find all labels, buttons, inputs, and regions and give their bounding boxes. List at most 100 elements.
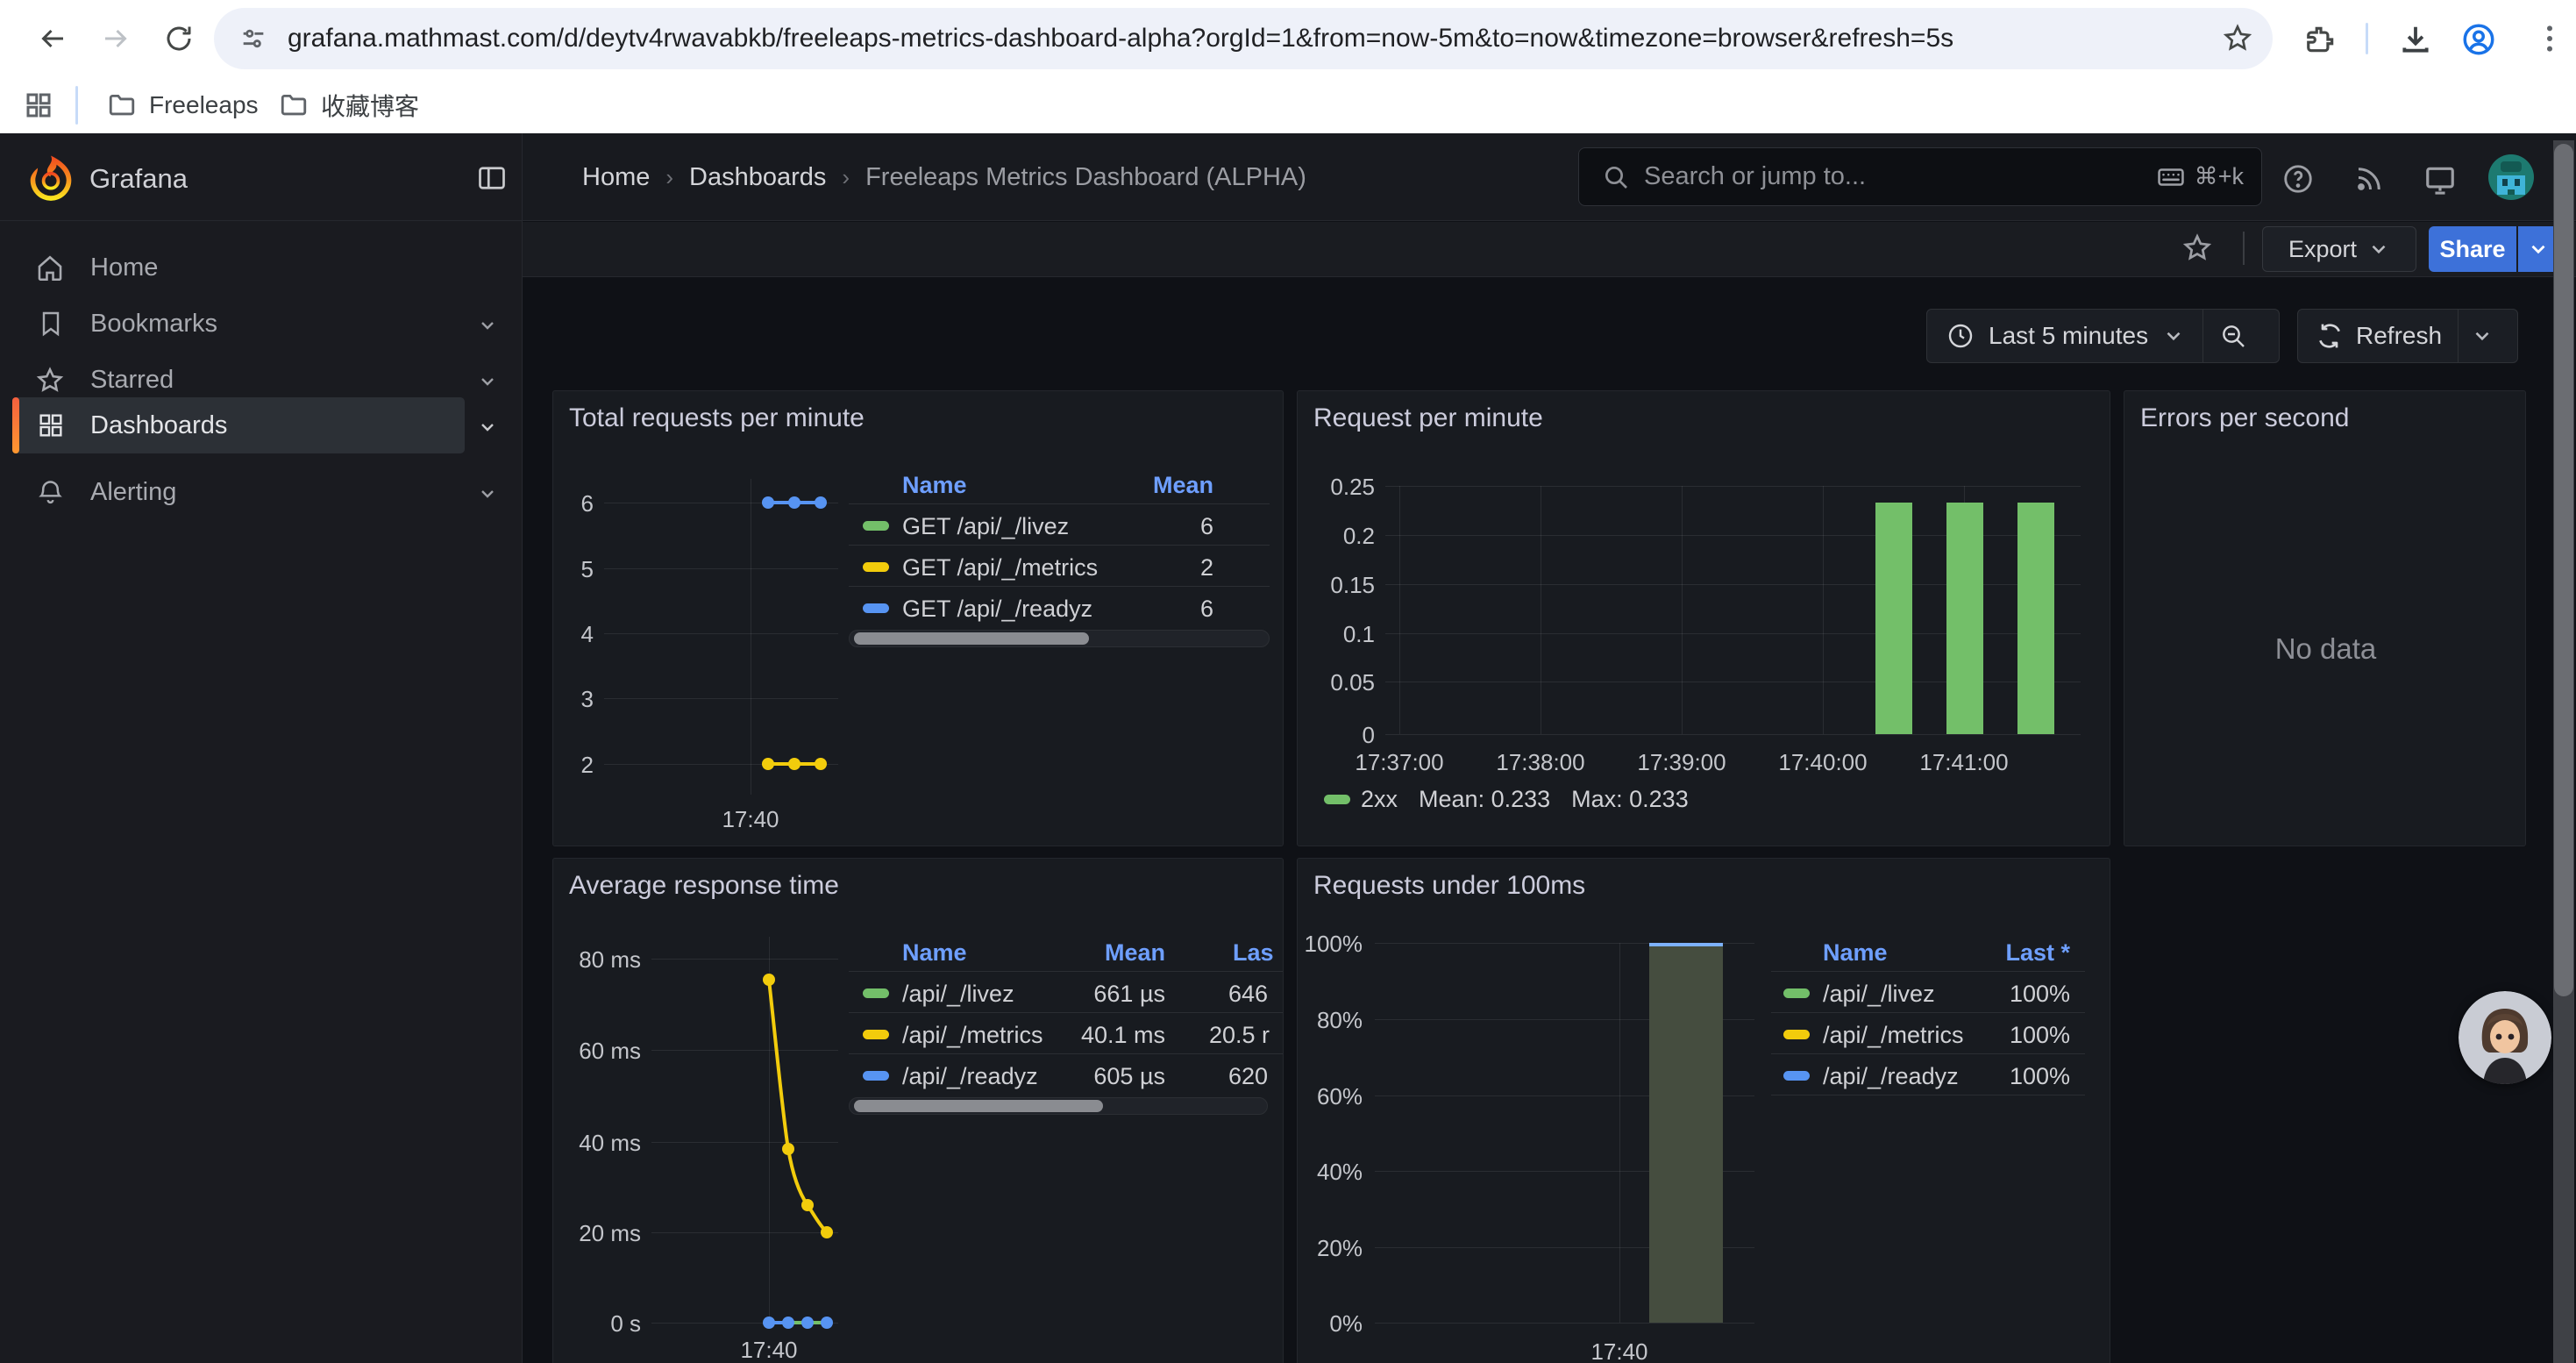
legend-header-mean[interactable]: Mean: [1091, 472, 1213, 499]
panel-request-per-minute: Request per minute 0.25 0.2 0.15 0.1 0.0…: [1297, 390, 2110, 846]
folder-icon: [279, 90, 309, 120]
legend-header-name[interactable]: Name: [902, 472, 967, 499]
time-range-picker[interactable]: Last 5 minutes: [1927, 310, 2202, 362]
breadcrumb-separator: ›: [842, 164, 850, 191]
series-swatch: [863, 603, 889, 613]
kiosk-monitor-icon[interactable]: [2423, 163, 2457, 196]
series-swatch: [1783, 1071, 1810, 1081]
series-swatch: [1783, 1030, 1810, 1039]
help-icon[interactable]: [2281, 162, 2315, 196]
brand-label[interactable]: Grafana: [89, 163, 188, 195]
x-axis-label: 17:40: [1584, 1338, 1654, 1363]
sidebar: Grafana Home Bookmarks Starred: [0, 133, 523, 1363]
share-button[interactable]: Share: [2429, 226, 2516, 272]
series-swatch: [863, 521, 889, 531]
sidebar-item-home[interactable]: Home: [0, 239, 523, 296]
scrollbar-thumb[interactable]: [2554, 144, 2573, 996]
clock-icon: [1946, 322, 1975, 350]
legend-header-name[interactable]: Name: [902, 939, 967, 967]
sidebar-item-label: Bookmarks: [90, 310, 217, 339]
chevron-down-icon: [2471, 325, 2494, 347]
active-accent-bar: [12, 397, 19, 453]
search-icon: [1602, 163, 1630, 191]
series-swatch: [1783, 988, 1810, 998]
refresh-icon: [2316, 322, 2344, 350]
search-input[interactable]: Search or jump to... ⌘+k: [1578, 147, 2262, 206]
legend-header-name[interactable]: Name: [1823, 939, 1888, 967]
bookmark-folder-blogs[interactable]: 收藏博客: [279, 84, 419, 126]
back-button[interactable]: [28, 14, 77, 63]
legend-header-mean[interactable]: Mean: [1042, 939, 1165, 967]
dashboard-toolbar: Export Share: [523, 222, 2576, 277]
sidebar-item-bookmarks[interactable]: Bookmarks: [0, 296, 523, 352]
zoom-out-button[interactable]: [2203, 310, 2263, 362]
series-swatch: [863, 562, 889, 572]
grafana-logo[interactable]: [26, 153, 75, 202]
browser-toolbar: grafana.mathmast.com/d/deytv4rwavabkb/fr…: [0, 0, 2576, 77]
apps-grid-icon[interactable]: [23, 89, 54, 121]
star-icon: [35, 366, 65, 396]
forward-button[interactable]: [91, 14, 140, 63]
url-bar[interactable]: grafana.mathmast.com/d/deytv4rwavabkb/fr…: [214, 8, 2273, 69]
panel-avg-response-time: Average response time 80 ms 60 ms 40 ms …: [552, 858, 1284, 1363]
legend[interactable]: 2xx Mean: 0.233 Max: 0.233: [1324, 784, 1689, 814]
dashboards-icon: [37, 411, 65, 439]
panel-title[interactable]: Request per minute: [1313, 403, 1543, 433]
bookmark-folder-freeleaps[interactable]: Freeleaps: [107, 84, 259, 126]
home-icon: [35, 253, 65, 283]
panel-errors-per-second: Errors per second No data: [2124, 390, 2526, 846]
chevron-down-icon: [2527, 238, 2550, 260]
breadcrumb-separator: ›: [665, 164, 673, 191]
bell-icon: [36, 477, 65, 506]
bookmark-icon: [37, 310, 65, 338]
menu-icon[interactable]: [2532, 21, 2567, 56]
sidebar-item-label: Home: [90, 253, 158, 282]
legend-scrollbar[interactable]: [849, 1097, 1268, 1115]
legend-header-last[interactable]: Las: [1233, 939, 1274, 967]
legend-scrollbar[interactable]: [849, 630, 1270, 647]
sidebar-item-label: Dashboards: [90, 411, 227, 440]
toolbar-divider: [2366, 23, 2368, 54]
panel-total-requests: Total requests per minute 6 5 4 3 2 17:4…: [552, 390, 1284, 846]
time-range-group: Last 5 minutes: [1926, 309, 2280, 363]
bookmark-label: 收藏博客: [321, 88, 419, 123]
assistant-avatar[interactable]: [2459, 991, 2551, 1084]
sidebar-item-dashboards[interactable]: Dashboards: [0, 394, 523, 457]
news-rss-icon[interactable]: [2353, 163, 2385, 195]
breadcrumb-dashboards[interactable]: Dashboards: [689, 163, 826, 192]
sidebar-item-label: Alerting: [90, 478, 176, 507]
legend-header-last[interactable]: Last *: [1947, 939, 2070, 967]
favorite-star-icon[interactable]: [2181, 232, 2213, 264]
user-avatar[interactable]: [2488, 154, 2534, 200]
bookmarks-bar: Freeleaps 收藏博客: [0, 77, 2576, 133]
profile-icon[interactable]: [2460, 21, 2497, 58]
toolbar-divider: [2243, 232, 2245, 265]
vertical-scrollbar[interactable]: [2553, 140, 2574, 1363]
breadcrumb-current: Freeleaps Metrics Dashboard (ALPHA): [865, 163, 1306, 192]
export-button[interactable]: Export: [2262, 226, 2416, 272]
breadcrumb: Home › Dashboards › Freeleaps Metrics Da…: [582, 133, 1306, 221]
chevron-down-icon: [477, 483, 498, 504]
search-placeholder: Search or jump to...: [1644, 162, 1866, 191]
sidebar-item-alerting[interactable]: Alerting: [0, 464, 523, 520]
refresh-button[interactable]: Refresh: [2298, 310, 2458, 362]
series-swatch: [863, 1071, 889, 1081]
chevron-down-icon: [477, 371, 498, 392]
download-icon[interactable]: [2399, 23, 2432, 56]
no-data-message: No data: [2124, 632, 2526, 666]
site-settings-icon[interactable]: [238, 24, 268, 54]
series-swatch: [863, 1030, 889, 1039]
series-swatch: [1324, 795, 1350, 804]
refresh-interval-dropdown[interactable]: [2459, 310, 2506, 362]
panel-requests-under-100ms: Requests under 100ms 100% 80% 60% 40% 20…: [1297, 858, 2110, 1363]
chevron-down-icon: [477, 417, 498, 438]
extensions-icon[interactable]: [2304, 23, 2338, 56]
bookmark-star-icon[interactable]: [2222, 23, 2253, 54]
sidebar-toggle-icon[interactable]: [476, 162, 508, 194]
panel-title[interactable]: Errors per second: [2140, 403, 2349, 433]
url-text[interactable]: grafana.mathmast.com/d/deytv4rwavabkb/fr…: [288, 24, 2199, 54]
chevron-down-icon: [477, 315, 498, 336]
reload-button[interactable]: [154, 14, 203, 63]
breadcrumb-home[interactable]: Home: [582, 163, 650, 192]
panel-title[interactable]: Requests under 100ms: [1313, 871, 1585, 901]
